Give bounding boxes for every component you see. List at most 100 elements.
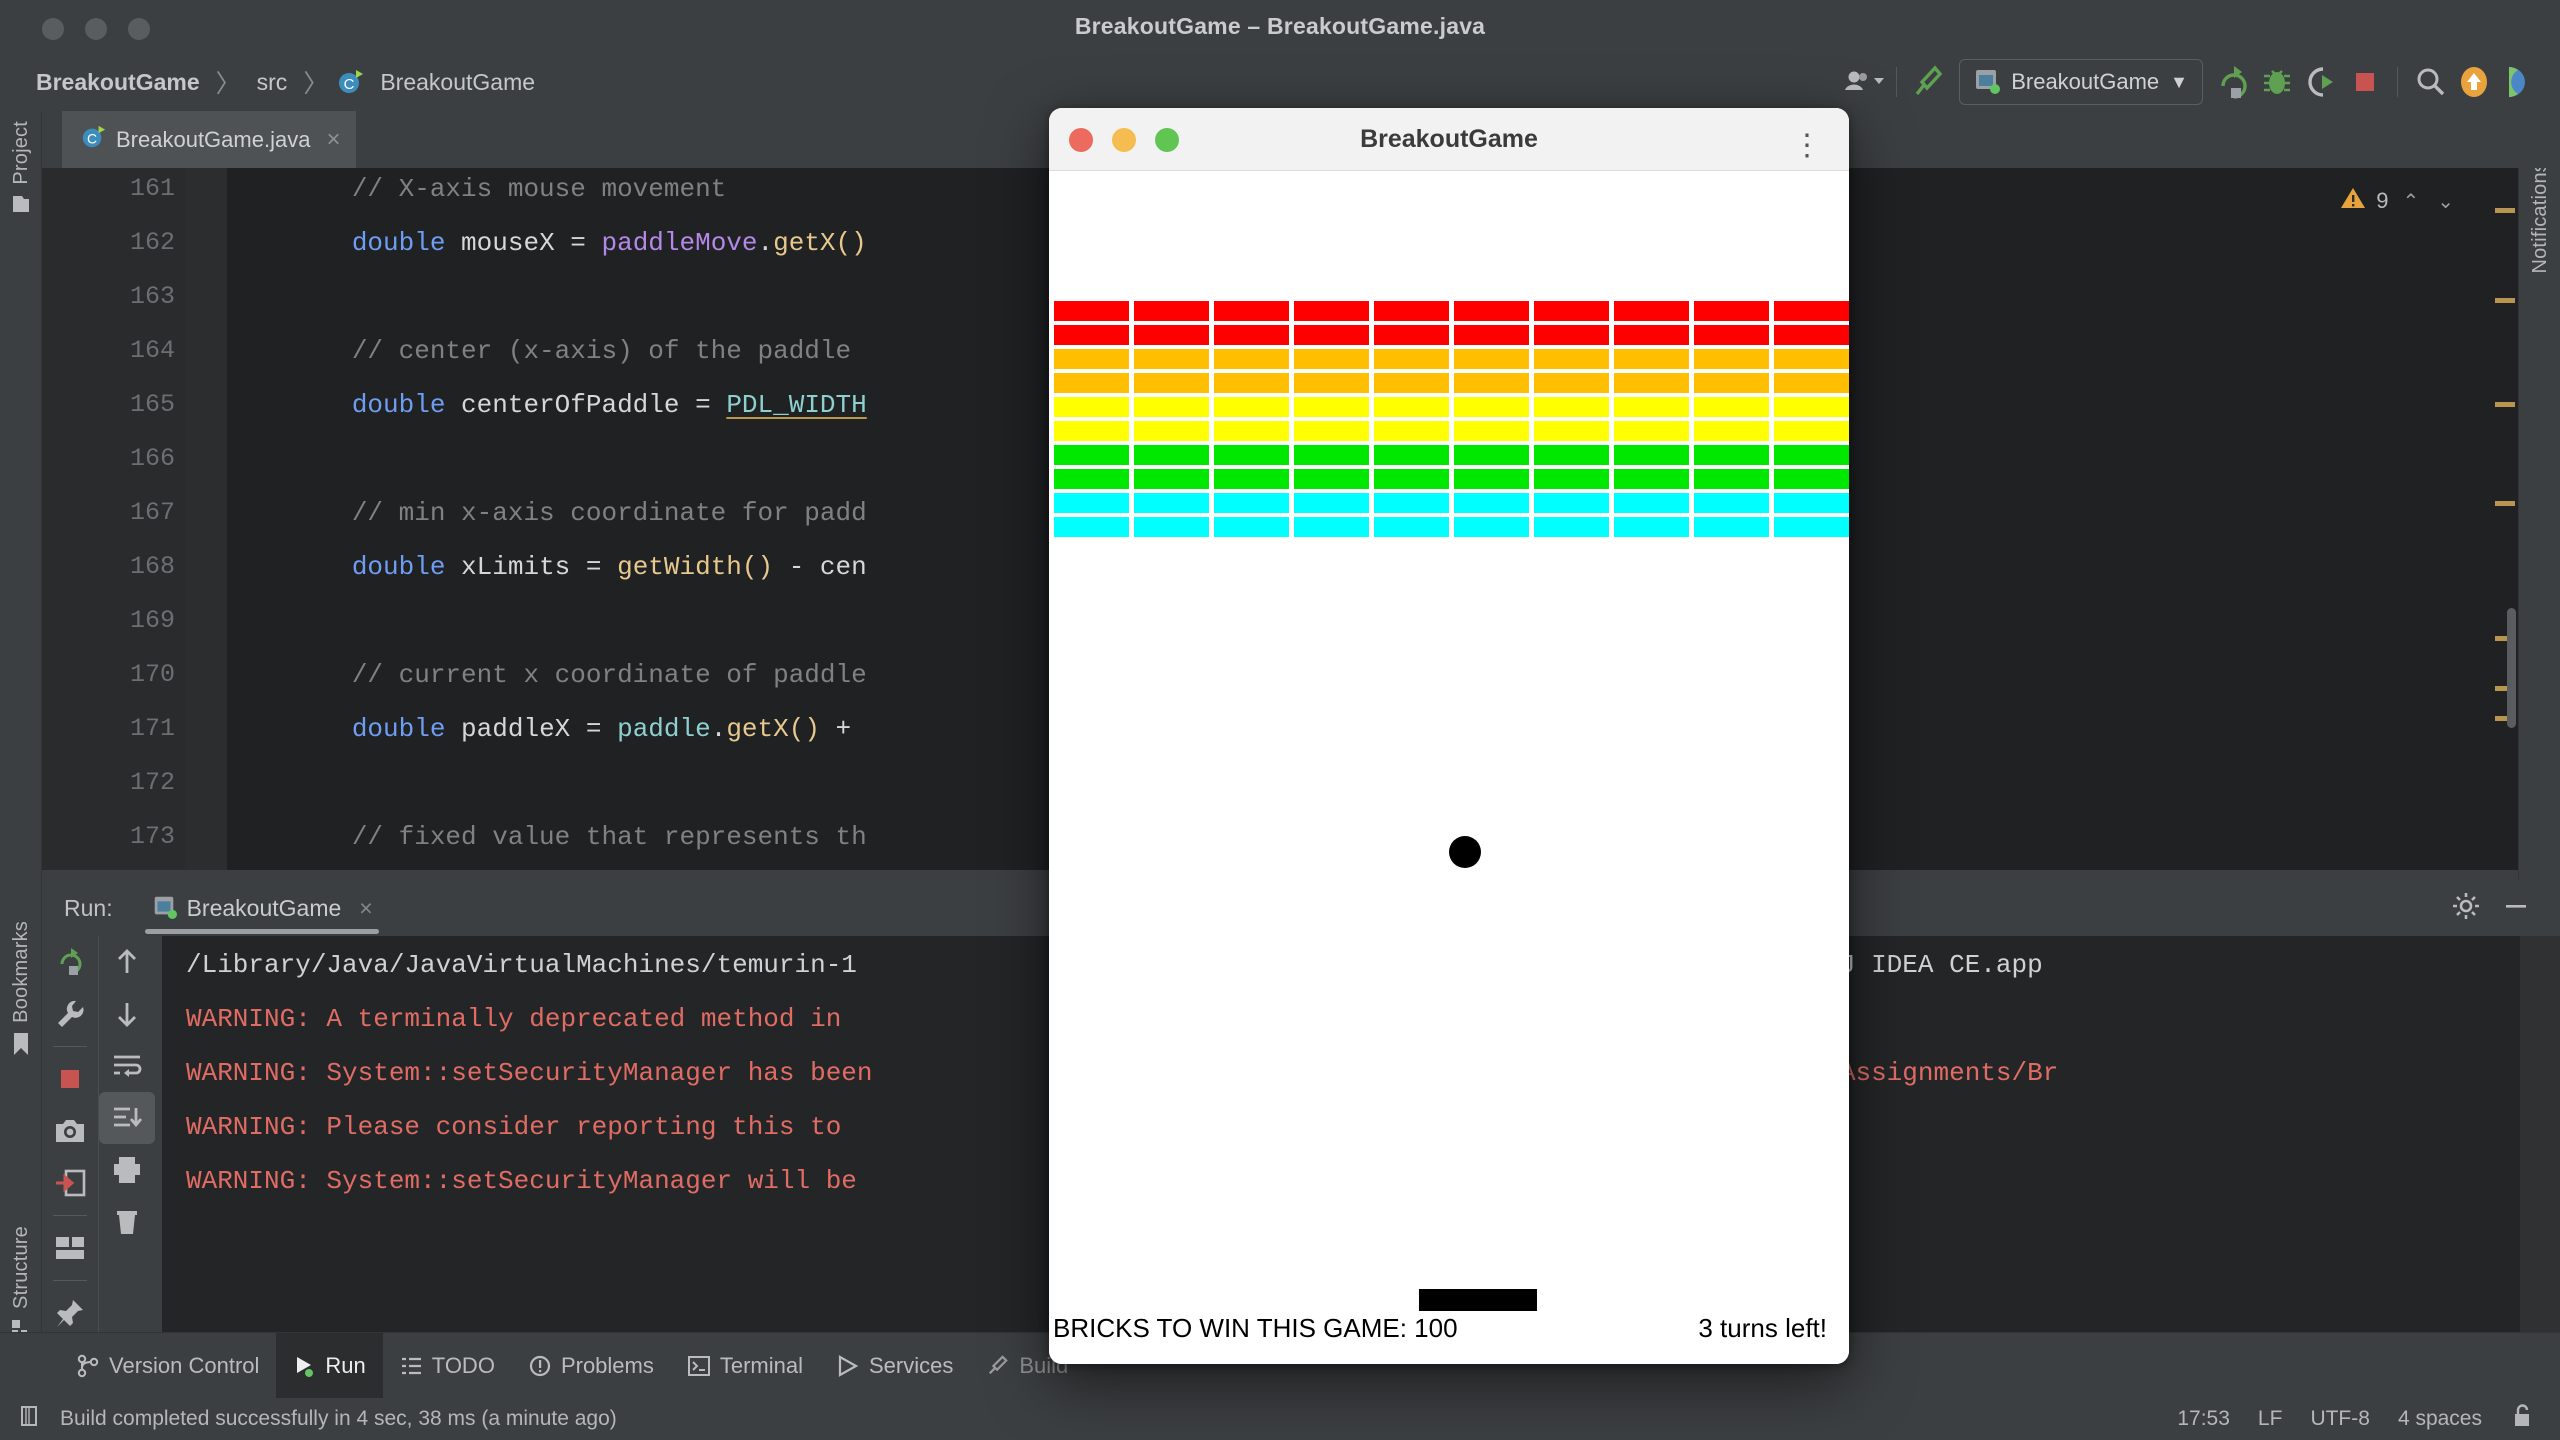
- run-config-icon: [151, 893, 177, 924]
- settings-gear-icon[interactable]: [2452, 892, 2480, 925]
- next-problem-icon[interactable]: ⌄: [2433, 189, 2458, 214]
- code-line[interactable]: // center (x-axis) of the paddle: [227, 336, 851, 366]
- code-token: - cen: [773, 552, 867, 582]
- code-line[interactable]: // current x coordinate of paddle: [227, 660, 867, 690]
- print-icon[interactable]: [99, 1144, 155, 1196]
- code-line[interactable]: double xLimits = getWidth() - cen: [227, 552, 867, 582]
- brick: [1454, 517, 1529, 537]
- stripe-mark[interactable]: [2495, 208, 2515, 213]
- zoom-icon[interactable]: [128, 18, 150, 40]
- brick: [1774, 469, 1849, 489]
- code-line[interactable]: double paddleX = paddle.getX() +: [227, 714, 867, 744]
- close-icon[interactable]: [1069, 128, 1093, 152]
- layout-icon[interactable]: [42, 1222, 98, 1274]
- minimize-icon[interactable]: [2502, 892, 2530, 925]
- tab-close-icon[interactable]: ×: [320, 126, 340, 154]
- more-options-icon[interactable]: ⋮: [1792, 128, 1823, 163]
- breadcrumb-project[interactable]: BreakoutGame: [28, 67, 208, 98]
- close-icon[interactable]: [42, 18, 64, 40]
- minimize-icon[interactable]: [1112, 128, 1136, 152]
- status-message[interactable]: Build completed successfully in 4 sec, 3…: [60, 1407, 617, 1431]
- tool-window-tab-run[interactable]: Run: [276, 1333, 382, 1399]
- stripe-mark[interactable]: [2495, 298, 2515, 303]
- debug-icon[interactable]: [2255, 60, 2299, 104]
- code-token: .: [711, 714, 727, 744]
- minimize-icon[interactable]: [85, 18, 107, 40]
- run-session-tab[interactable]: BreakoutGame ×: [139, 880, 385, 936]
- macos-traffic-lights[interactable]: [42, 18, 150, 40]
- soft-wrap-icon[interactable]: [99, 1040, 155, 1092]
- arrow-up-icon[interactable]: [99, 936, 155, 988]
- stripe-mark[interactable]: [2495, 501, 2515, 506]
- tool-window-tab-problems[interactable]: Problems: [512, 1333, 671, 1399]
- stop-icon[interactable]: [42, 1053, 98, 1105]
- game-canvas[interactable]: BRICKS TO WIN THIS GAME: 100 3 turns lef…: [1049, 171, 1849, 1364]
- ball: [1449, 836, 1481, 868]
- camera-icon[interactable]: [42, 1105, 98, 1157]
- trash-icon[interactable]: [99, 1196, 155, 1248]
- code-line[interactable]: double centerOfPaddle = PDL_WIDTH: [227, 390, 867, 420]
- breakout-game-window[interactable]: BreakoutGame ⋮ BRICKS TO WIN THIS GAME: …: [1049, 108, 1849, 1364]
- brick: [1294, 517, 1369, 537]
- tab-breakoutgame-java[interactable]: C BreakoutGame.java ×: [62, 111, 356, 168]
- tool-window-tab-version-control[interactable]: Version Control: [60, 1333, 276, 1399]
- inspection-widget[interactable]: 9 ⌃ ⌄: [2340, 186, 2458, 216]
- brick: [1214, 325, 1289, 345]
- code-line[interactable]: // X-axis mouse movement: [227, 174, 726, 204]
- search-icon[interactable]: [2408, 60, 2452, 104]
- updates-icon[interactable]: [2452, 60, 2496, 104]
- rerun-icon[interactable]: [42, 936, 98, 988]
- user-avatar-icon[interactable]: [1842, 60, 1886, 104]
- indent-setting[interactable]: 4 spaces: [2398, 1407, 2482, 1431]
- export-icon[interactable]: [42, 1157, 98, 1209]
- editor-scrollbar-thumb[interactable]: [2507, 608, 2516, 728]
- brick: [1214, 493, 1289, 513]
- brick: [1374, 421, 1449, 441]
- code-line[interactable]: // min x-axis coordinate for padd: [227, 498, 867, 528]
- previous-problem-icon[interactable]: ⌃: [2398, 189, 2423, 214]
- line-number: 169: [55, 606, 175, 635]
- stripe-mark[interactable]: [2495, 402, 2515, 407]
- wrench-icon[interactable]: [42, 988, 98, 1040]
- coverage-icon[interactable]: [2299, 60, 2343, 104]
- code-token: double: [352, 228, 446, 258]
- paddle[interactable]: [1419, 1289, 1537, 1311]
- arrow-down-icon[interactable]: [99, 988, 155, 1040]
- brick: [1054, 301, 1129, 321]
- file-encoding[interactable]: UTF-8: [2310, 1407, 2370, 1431]
- line-number: 172: [55, 768, 175, 797]
- run-session-close-icon[interactable]: ×: [359, 895, 372, 922]
- sidebar-item-structure[interactable]: Structure: [0, 1226, 42, 1344]
- tool-window-tab-terminal[interactable]: Terminal: [671, 1333, 820, 1399]
- unlock-icon[interactable]: [2510, 1404, 2532, 1434]
- code-line[interactable]: double mouseX = paddleMove.getX(): [227, 228, 867, 258]
- breadcrumb-file[interactable]: BreakoutGame: [372, 67, 543, 98]
- line-separator[interactable]: LF: [2258, 1407, 2283, 1431]
- brick: [1294, 421, 1369, 441]
- brick: [1454, 325, 1529, 345]
- build-hammer-icon[interactable]: [1907, 60, 1951, 104]
- tool-window-tab-todo[interactable]: TODO: [383, 1333, 512, 1399]
- sidebar-item-structure-label: Structure: [10, 1226, 33, 1309]
- tool-window-tab-label: Run: [325, 1353, 365, 1379]
- line-number: 170: [55, 660, 175, 689]
- scroll-to-end-icon[interactable]: [99, 1092, 155, 1144]
- editor-line-number-gutter: 1611621631641651661671681691701711721731…: [42, 168, 185, 870]
- memory-indicator-icon[interactable]: [18, 1404, 42, 1434]
- brick: [1054, 421, 1129, 441]
- console-scrollbar[interactable]: [2520, 936, 2560, 1374]
- sidebar-item-bookmarks[interactable]: Bookmarks: [0, 921, 42, 1062]
- chevron-down-icon[interactable]: ▼: [2170, 72, 2188, 93]
- line-number: 162: [55, 228, 175, 257]
- zoom-icon[interactable]: [1155, 128, 1179, 152]
- stop-icon[interactable]: [2343, 60, 2387, 104]
- ai-assistant-icon[interactable]: [2496, 60, 2540, 104]
- editor-error-stripe[interactable]: [2490, 168, 2518, 870]
- breadcrumb-folder[interactable]: src: [249, 67, 296, 98]
- game-traffic-lights[interactable]: [1069, 128, 1179, 152]
- run-icon[interactable]: [2211, 60, 2255, 104]
- run-configuration-selector[interactable]: BreakoutGame ▼: [1959, 59, 2203, 105]
- tool-window-tab-services[interactable]: Services: [820, 1333, 970, 1399]
- inspection-count: 9: [2376, 188, 2388, 214]
- sidebar-item-project[interactable]: Project: [0, 121, 42, 220]
